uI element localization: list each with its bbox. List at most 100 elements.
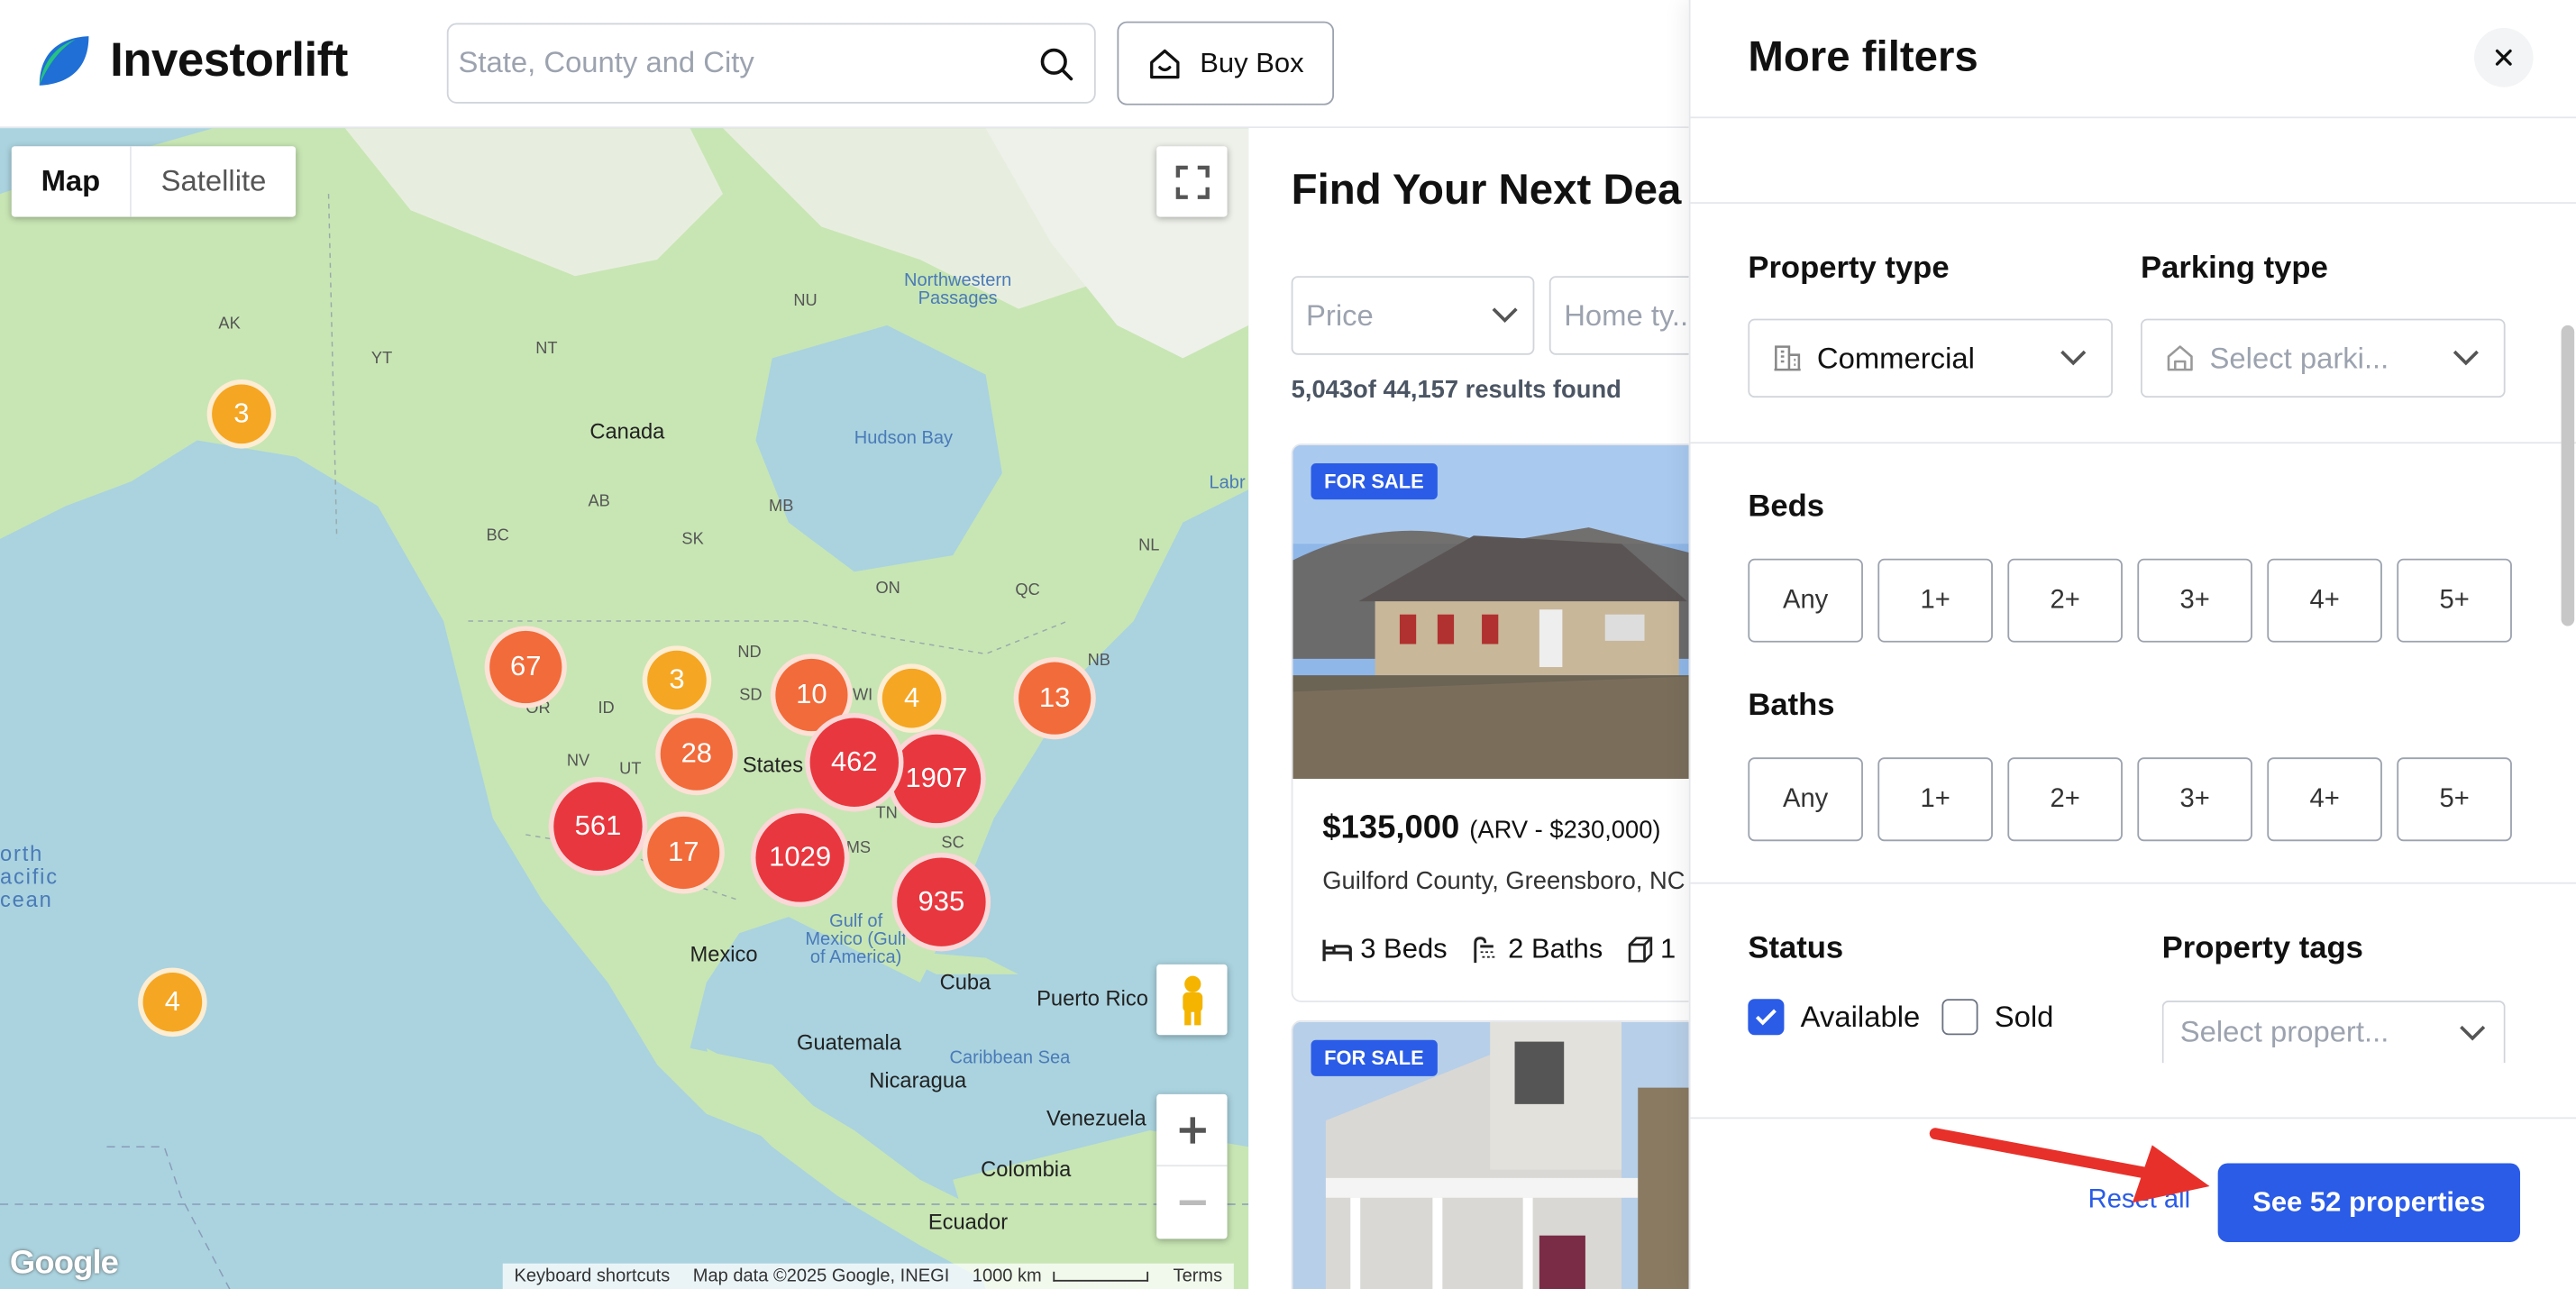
zoom-in-button[interactable] <box>1156 1094 1228 1167</box>
terms-link[interactable]: Terms <box>1162 1266 1234 1286</box>
garage-icon <box>2167 345 2193 371</box>
fullscreen-button[interactable] <box>1156 146 1228 217</box>
parking-type-select[interactable]: Select parki... <box>2140 318 2506 398</box>
map-cluster-marker[interactable]: 1907 <box>887 729 986 828</box>
map-label-tn: TN <box>875 805 898 824</box>
zoom-out-button[interactable] <box>1156 1166 1227 1239</box>
map-label-caribbean-sea: Caribbean Sea <box>949 1047 1071 1068</box>
keyboard-shortcuts-link[interactable]: Keyboard shortcuts <box>503 1266 681 1286</box>
map-cluster-marker[interactable]: 17 <box>642 811 725 894</box>
baths-option-5[interactable]: 5+ <box>2397 757 2512 842</box>
property-price: $135,000 (ARV - $230,000) <box>1322 810 1660 848</box>
map-label-puerto-rico: Puerto Rico <box>1037 985 1148 1010</box>
map-label-qc: QC <box>1015 581 1040 600</box>
home-type-filter-dropdown[interactable]: Home ty... <box>1548 276 1689 355</box>
map-label-ut: UT <box>619 760 642 779</box>
buy-box-button[interactable]: Buy Box <box>1117 21 1335 105</box>
map-view[interactable]: Map Satellite Canada Hudson Bay Northwes… <box>0 128 1249 1289</box>
chevron-down-icon <box>2460 1024 2486 1040</box>
reset-all-link[interactable]: Reset all <box>2088 1186 2190 1216</box>
for-sale-badge: FOR SALE <box>1311 1039 1438 1076</box>
logo[interactable]: Investorlift <box>32 30 348 92</box>
google-logo: Google <box>9 1245 119 1282</box>
map-cluster-marker[interactable]: 3 <box>206 379 277 449</box>
map-label-labr: Labr <box>1209 472 1246 493</box>
house-icon <box>1150 48 1181 78</box>
map-label-mb: MB <box>769 498 794 517</box>
beds-option-1[interactable]: 1+ <box>1877 558 1993 643</box>
map-cluster-marker[interactable]: 935 <box>891 852 991 952</box>
price-filter-dropdown[interactable]: Price <box>1291 276 1535 355</box>
map-cluster-marker[interactable]: 462 <box>805 713 904 812</box>
map-label-cuba: Cuba <box>939 969 991 994</box>
bed-icon <box>1322 939 1352 962</box>
beds-option-3[interactable]: 3+ <box>2137 558 2252 643</box>
baths-option-1[interactable]: 1+ <box>1877 757 1993 842</box>
top-header: Investorlift Buy Box <box>0 0 1689 129</box>
map-cluster-marker[interactable]: 13 <box>1013 657 1096 740</box>
map-label-ak: AK <box>218 315 241 334</box>
map-cluster-marker[interactable]: 4 <box>138 967 207 1038</box>
property-type-select[interactable]: Commercial <box>1748 318 2113 398</box>
map-type-map-button[interactable]: Map <box>12 146 130 216</box>
chevron-down-icon <box>2060 350 2087 366</box>
map-label-wi: WI <box>852 686 873 705</box>
search-icon[interactable] <box>1038 45 1074 81</box>
beds-option-2[interactable]: 2+ <box>2007 558 2123 643</box>
baths-feature: 2 Baths <box>1470 933 1603 965</box>
baths-label: Baths <box>1748 688 1835 723</box>
panel-scrollbar[interactable] <box>2561 325 2575 626</box>
divider <box>1690 442 2576 444</box>
beds-option-any[interactable]: Any <box>1748 558 1863 643</box>
map-label-nb: NB <box>1087 652 1110 671</box>
close-button[interactable] <box>2473 27 2534 87</box>
property-tags-select[interactable]: Select propert... <box>2161 1001 2506 1064</box>
property-tags-placeholder: Select propert... <box>2179 1015 2389 1048</box>
street-view-pegman-button[interactable] <box>1156 964 1228 1036</box>
map-cluster-marker[interactable]: 67 <box>484 626 567 708</box>
beds-label: 3 Beds <box>1360 933 1448 964</box>
map-cluster-marker[interactable]: 3 <box>642 645 712 715</box>
location-search-box <box>446 23 1096 104</box>
map-type-satellite-button[interactable]: Satellite <box>129 146 296 217</box>
map-label-north-pacific: orth acific cean <box>0 841 59 912</box>
checkbox-checked[interactable] <box>1748 999 1785 1036</box>
status-label: Status <box>1748 931 1844 966</box>
property-card[interactable]: FOR SALE <box>1291 1019 1689 1289</box>
beds-option-4[interactable]: 4+ <box>2267 558 2382 643</box>
map-cluster-marker[interactable]: 4 <box>877 663 946 733</box>
beds-label: Beds <box>1748 489 1825 525</box>
see-properties-button[interactable]: See 52 properties <box>2217 1163 2521 1242</box>
map-cluster-marker[interactable]: 28 <box>655 713 738 796</box>
map-label-nd: ND <box>737 644 762 663</box>
property-card[interactable]: FOR SALE $135,000 (ARV - $230,000) Guilfo… <box>1291 443 1689 1002</box>
map-label-bc: BC <box>486 527 509 546</box>
parking-type-placeholder: Select parki... <box>2209 341 2389 374</box>
property-type-value: Commercial <box>1816 341 1975 374</box>
checkbox-unchecked[interactable] <box>1941 999 1978 1036</box>
map-label-northwestern-passages: Northwestern Passages <box>903 270 1012 309</box>
results-count: 5,043of 44,157 results found <box>1291 376 1621 405</box>
map-label-canada: Canada <box>589 418 665 444</box>
map-label-mexico: Mexico <box>690 941 758 966</box>
map-cluster-marker[interactable]: 1029 <box>750 808 850 908</box>
status-sold-checkbox[interactable]: Sold <box>1941 999 2053 1036</box>
map-scale[interactable]: 1000 km <box>961 1266 1053 1286</box>
map-label-sd: SD <box>739 686 763 705</box>
baths-label: 2 Baths <box>1508 933 1603 964</box>
zoom-control <box>1156 1093 1228 1239</box>
divider <box>1690 116 2576 119</box>
sqft-feature: 1 <box>1626 933 1676 965</box>
property-features: 3 Beds 2 Baths 1 <box>1322 933 1676 965</box>
baths-option-any[interactable]: Any <box>1748 757 1863 842</box>
map-cluster-marker[interactable]: 561 <box>548 777 648 876</box>
status-available-checkbox[interactable]: Available <box>1748 999 1920 1036</box>
location-search-input[interactable] <box>458 46 1038 81</box>
divider <box>1690 882 2576 884</box>
baths-option-3[interactable]: 3+ <box>2137 757 2252 842</box>
plus-icon <box>1178 1116 1205 1143</box>
baths-option-2[interactable]: 2+ <box>2007 757 2123 842</box>
map-data-text: Map data ©2025 Google, INEGI <box>692 1266 950 1287</box>
baths-option-4[interactable]: 4+ <box>2267 757 2382 842</box>
beds-option-5[interactable]: 5+ <box>2397 558 2512 643</box>
